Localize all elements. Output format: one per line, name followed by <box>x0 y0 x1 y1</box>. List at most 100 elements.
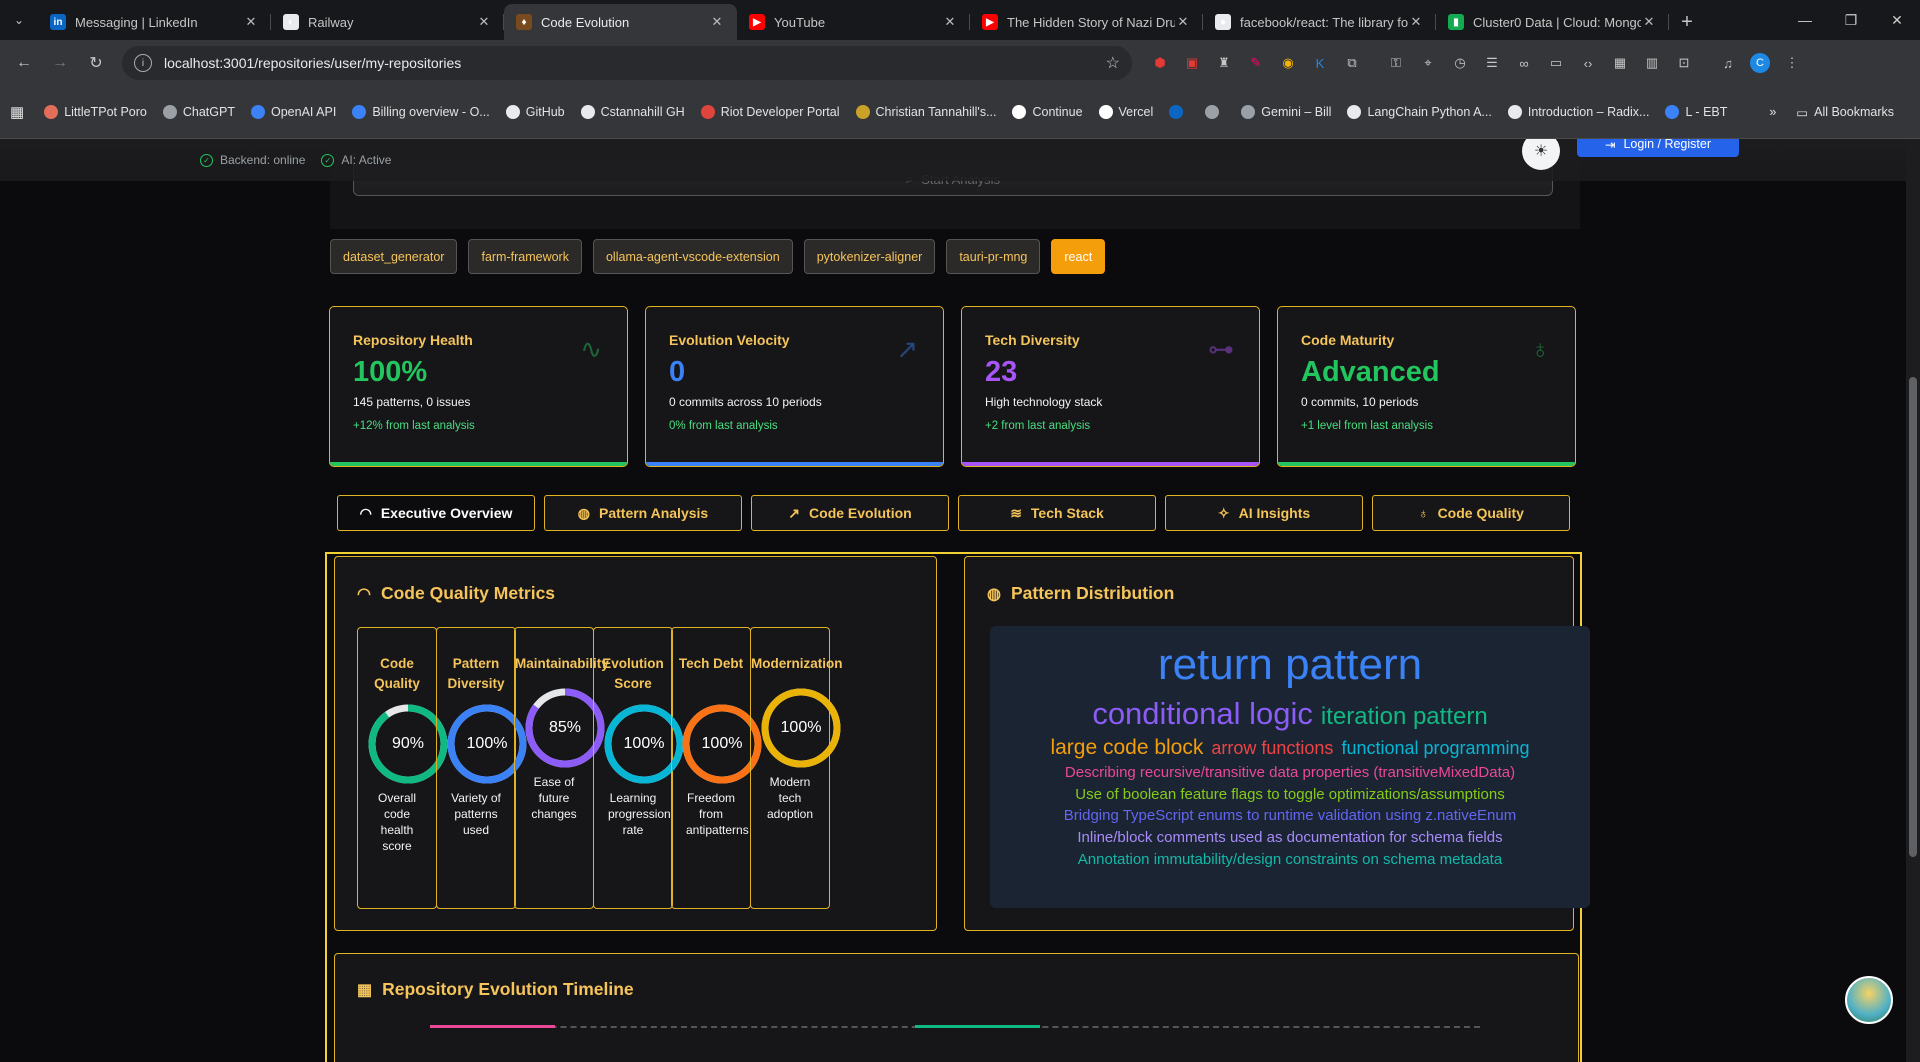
close-window-button[interactable]: ✕ <box>1874 0 1920 40</box>
restore-button[interactable]: ❐ <box>1828 0 1874 40</box>
browser-tab[interactable]: ● facebook/react: The library for ✕ <box>1203 4 1436 40</box>
all-bookmarks-folder[interactable]: ▭ All Bookmarks <box>1796 105 1894 120</box>
card-subtitle: 0 commits, 10 periods <box>1301 395 1419 409</box>
extension-icon[interactable]: ♜ <box>1210 49 1238 77</box>
browser-tab[interactable]: ◐ Railway ✕ <box>271 4 504 40</box>
repo-chip-pytokenizer-aligner[interactable]: pytokenizer-aligner <box>803 239 936 274</box>
tab-label: Code Quality <box>1437 505 1524 521</box>
address-bar[interactable]: i localhost:3001/repositories/user/my-re… <box>122 46 1132 80</box>
qr-icon[interactable]: ▦ <box>1606 49 1634 77</box>
calendar-icon: ▦ <box>357 981 373 999</box>
site-info-icon[interactable]: i <box>134 54 152 72</box>
bookmark-item[interactable]: GitHub <box>505 105 565 119</box>
bookmark-item[interactable]: Introduction – Radix... <box>1507 105 1649 119</box>
tab-ai-insights[interactable]: ✧ AI Insights <box>1165 495 1363 531</box>
back-button[interactable]: ← <box>8 47 40 79</box>
pattern-word[interactable]: return pattern <box>1158 640 1422 689</box>
screenshot-icon[interactable]: ⊡ <box>1670 49 1698 77</box>
close-tab-icon[interactable]: ✕ <box>1408 14 1424 30</box>
bookmark-item[interactable]: Gemini – Bill <box>1241 105 1331 119</box>
browser-menu-icon[interactable]: ⋮ <box>1778 49 1806 77</box>
close-tab-icon[interactable]: ✕ <box>476 14 492 30</box>
tab-executive-overview[interactable]: ◠ Executive Overview <box>337 495 535 531</box>
browser-tab[interactable]: in Messaging | LinkedIn ✕ <box>38 4 271 40</box>
bookmark-item[interactable]: OpenAI API <box>250 105 336 119</box>
browser-tab[interactable]: ▮ Cluster0 Data | Cloud: MongoD ✕ <box>1436 4 1669 40</box>
sidepanel-icon[interactable]: ▥ <box>1638 49 1666 77</box>
reload-button[interactable]: ↻ <box>80 47 112 79</box>
pattern-word[interactable]: Use of boolean feature flags to toggle o… <box>1075 786 1504 803</box>
bookmark-item[interactable]: L - EBT <box>1665 105 1727 119</box>
apps-grid-icon[interactable]: ▦ <box>10 103 24 121</box>
close-tab-icon[interactable]: ✕ <box>243 14 259 30</box>
pattern-word[interactable]: arrow functions <box>1211 738 1333 758</box>
pattern-word[interactable]: Bridging TypeScript enums to runtime val… <box>1064 807 1516 824</box>
bookmark-item[interactable]: Riot Developer Portal <box>700 105 840 119</box>
history-icon[interactable]: ◷ <box>1446 49 1474 77</box>
theme-toggle-button[interactable]: ☀ <box>1522 139 1560 170</box>
close-tab-icon[interactable]: ✕ <box>1641 14 1657 30</box>
tab-tech-stack[interactable]: ≋ Tech Stack <box>958 495 1156 531</box>
assistant-avatar-button[interactable] <box>1845 976 1893 1024</box>
bookmark-item[interactable]: Vercel <box>1098 105 1153 119</box>
bookmark-item[interactable]: Christian Tannahill's... <box>855 105 996 119</box>
devices-icon[interactable]: ▭ <box>1542 49 1570 77</box>
tab-search-button[interactable]: ⌄ <box>0 0 38 40</box>
repo-chip-react[interactable]: react <box>1051 239 1106 274</box>
tab-pattern-analysis[interactable]: ◍ Pattern Analysis <box>544 495 742 531</box>
location-icon[interactable]: ⌖ <box>1414 49 1442 77</box>
extension-icon[interactable]: ⬢ <box>1146 49 1174 77</box>
bookmark-item[interactable] <box>1169 105 1189 119</box>
password-key-icon[interactable]: ⚿ <box>1382 49 1410 77</box>
pattern-word[interactable]: functional programming <box>1341 738 1529 758</box>
pattern-word[interactable]: Inline/block comments used as documentat… <box>1077 829 1502 846</box>
browser-tab[interactable]: ▶ YouTube ✕ <box>737 4 970 40</box>
bookmark-item[interactable]: Billing overview - O... <box>352 105 490 119</box>
new-tab-button[interactable]: + <box>1669 4 1705 40</box>
repo-chip-farm-framework[interactable]: farm-framework <box>468 239 582 274</box>
link-icon[interactable]: ∞ <box>1510 49 1538 77</box>
bookmark-item[interactable]: Continue <box>1012 105 1083 119</box>
pattern-distribution-title: ◍ Pattern Distribution <box>987 583 1174 604</box>
bookmark-star-icon[interactable]: ☆ <box>1106 53 1120 73</box>
pattern-word[interactable]: Annotation immutability/design constrain… <box>1078 851 1502 868</box>
pattern-word[interactable]: large code block <box>1050 736 1203 759</box>
repo-chip-tauri-pr-mng[interactable]: tauri-pr-mng <box>946 239 1041 274</box>
pattern-word[interactable]: Describing recursive/transitive data pro… <box>1065 764 1515 781</box>
repo-chip-ollama-agent-vscode-extension[interactable]: ollama-agent-vscode-extension <box>592 239 793 274</box>
extensions-puzzle-icon[interactable]: ⧉ <box>1338 49 1366 77</box>
bookmark-item[interactable]: LangChain Python A... <box>1347 105 1492 119</box>
minimize-button[interactable]: — <box>1782 0 1828 40</box>
browser-tab[interactable]: ▶ The Hidden Story of Nazi Drug ✕ <box>970 4 1203 40</box>
extension-icon[interactable]: K <box>1306 49 1334 77</box>
browser-tab[interactable]: ♦ Code Evolution ✕ <box>504 4 737 40</box>
card-accent-bar <box>646 462 943 466</box>
scrollbar-thumb[interactable] <box>1909 377 1917 857</box>
devtools-icon[interactable]: ‹› <box>1574 49 1602 77</box>
tab-code-evolution[interactable]: ↗ Code Evolution <box>751 495 949 531</box>
extension-icon[interactable]: ▣ <box>1178 49 1206 77</box>
repo-chip-dataset_generator[interactable]: dataset_generator <box>330 239 458 274</box>
pattern-word[interactable]: conditional logic <box>1092 696 1313 731</box>
close-tab-icon[interactable]: ✕ <box>709 14 725 30</box>
extension-icon[interactable]: ✎ <box>1242 49 1270 77</box>
extension-icon[interactable]: ◉ <box>1274 49 1302 77</box>
login-register-button[interactable]: ⇥ Login / Register <box>1577 139 1739 157</box>
bookmark-item[interactable] <box>1205 105 1225 119</box>
summary-cards: Repository Health 100% 145 patterns, 0 i… <box>329 306 1593 467</box>
bookmark-item[interactable]: LittleTPot Poro <box>44 105 147 119</box>
more-bookmarks-chevron-icon[interactable]: » <box>1769 105 1776 119</box>
url-text[interactable]: localhost:3001/repositories/user/my-repo… <box>164 55 1106 71</box>
forward-button[interactable]: → <box>44 47 76 79</box>
close-tab-icon[interactable]: ✕ <box>942 14 958 30</box>
sun-icon: ☀ <box>1533 143 1549 160</box>
page-scrollbar[interactable] <box>1906 139 1920 1062</box>
tab-code-quality[interactable]: ♁ Code Quality <box>1372 495 1570 531</box>
bookmark-item[interactable]: Cstannahill GH <box>580 105 685 119</box>
pattern-word[interactable]: iteration pattern <box>1321 703 1488 730</box>
profile-avatar[interactable]: C <box>1746 49 1774 77</box>
reading-list-icon[interactable]: ☰ <box>1478 49 1506 77</box>
close-tab-icon[interactable]: ✕ <box>1175 14 1191 30</box>
media-icon[interactable]: ♫ <box>1714 49 1742 77</box>
bookmark-item[interactable]: ChatGPT <box>162 105 235 119</box>
